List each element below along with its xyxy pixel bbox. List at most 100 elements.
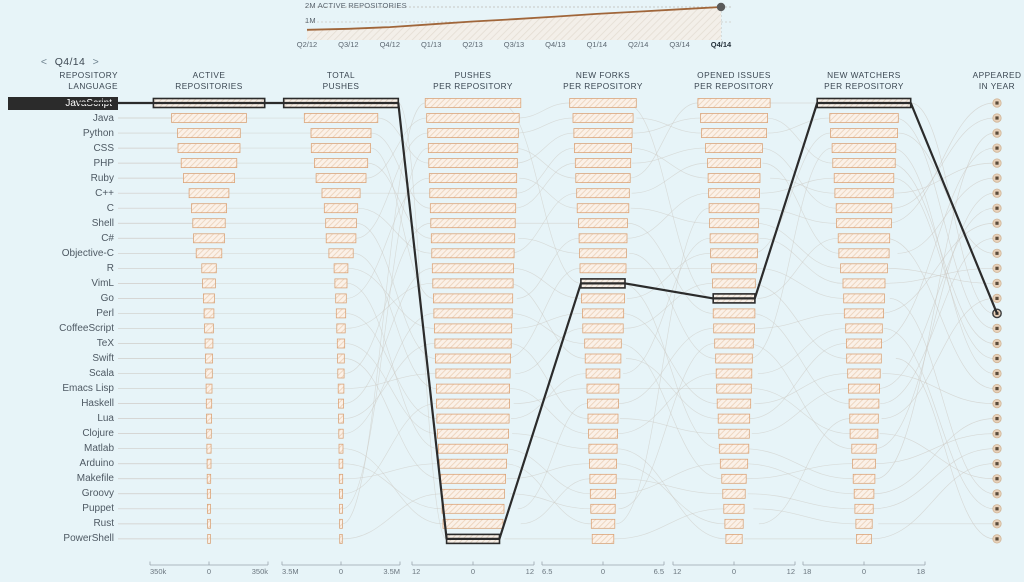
bar-total-pushes[interactable] bbox=[337, 383, 345, 394]
year-dot-css[interactable] bbox=[995, 371, 999, 376]
bar-active-repos[interactable] bbox=[206, 488, 211, 499]
bar-issues-per-repo[interactable] bbox=[709, 233, 759, 244]
bar-total-pushes[interactable] bbox=[339, 488, 343, 499]
bar-forks-per-repo[interactable] bbox=[576, 188, 630, 199]
bar-total-pushes[interactable] bbox=[338, 413, 344, 424]
bar-issues-per-repo[interactable] bbox=[716, 383, 752, 394]
bar-forks-per-repo[interactable] bbox=[590, 518, 616, 529]
bar-forks-per-repo[interactable] bbox=[574, 158, 632, 168]
bar-forks-per-repo[interactable] bbox=[587, 413, 619, 424]
bar-total-pushes[interactable] bbox=[310, 143, 371, 153]
bar-active-repos[interactable] bbox=[206, 458, 212, 469]
bar-active-repos[interactable] bbox=[203, 308, 215, 319]
appeared-year-dots[interactable] bbox=[992, 98, 1002, 544]
bar-active-repos[interactable] bbox=[205, 353, 213, 364]
bar-total-pushes[interactable] bbox=[338, 458, 344, 469]
bar-watchers-per-repo[interactable] bbox=[846, 353, 882, 364]
bar-pushes-per-repo[interactable] bbox=[436, 383, 510, 394]
year-dot-objective-c[interactable] bbox=[995, 176, 999, 180]
bar-total-pushes[interactable] bbox=[338, 398, 344, 409]
year-dot-powershell[interactable] bbox=[995, 462, 999, 466]
year-dot-python[interactable] bbox=[995, 251, 999, 255]
bar-watchers-per-repo[interactable] bbox=[830, 128, 898, 138]
bar-forks-per-repo[interactable] bbox=[578, 218, 628, 229]
bar-issues-per-repo[interactable] bbox=[714, 338, 754, 349]
bar-pushes-per-repo[interactable] bbox=[436, 398, 510, 409]
bar-issues-per-repo[interactable] bbox=[715, 353, 753, 364]
year-dot-java[interactable] bbox=[995, 326, 999, 330]
bar-pushes-per-repo[interactable] bbox=[431, 263, 514, 274]
year-dot-swift[interactable] bbox=[995, 537, 999, 541]
bar-total-pushes[interactable] bbox=[333, 263, 349, 274]
bar-watchers-per-repo[interactable] bbox=[833, 173, 895, 183]
bar-pushes-per-repo[interactable] bbox=[430, 233, 516, 244]
bar-issues-per-repo[interactable] bbox=[713, 323, 755, 334]
bar-total-pushes[interactable] bbox=[335, 293, 347, 304]
bar-issues-per-repo[interactable] bbox=[708, 188, 760, 199]
bar-pushes-per-repo[interactable] bbox=[442, 518, 504, 529]
year-dot-tex[interactable] bbox=[995, 146, 999, 150]
year-dot-rust[interactable] bbox=[995, 522, 999, 526]
bar-issues-per-repo[interactable] bbox=[722, 488, 746, 499]
bar-active-repos[interactable] bbox=[202, 278, 216, 289]
bar-active-repos[interactable] bbox=[171, 113, 247, 123]
bar-forks-per-repo[interactable] bbox=[588, 443, 618, 454]
year-dot-lua[interactable] bbox=[995, 296, 999, 300]
bar-active-repos[interactable] bbox=[207, 518, 211, 529]
bar-watchers-per-repo[interactable] bbox=[853, 488, 875, 499]
bar-forks-per-repo[interactable] bbox=[589, 488, 616, 499]
year-dot-go[interactable] bbox=[995, 492, 999, 496]
bar-active-repos[interactable] bbox=[191, 203, 227, 214]
bar-pushes-per-repo[interactable] bbox=[438, 443, 508, 454]
bar-watchers-per-repo[interactable] bbox=[832, 158, 896, 168]
bar-forks-per-repo[interactable] bbox=[579, 263, 627, 274]
year-dot-c[interactable] bbox=[995, 116, 999, 120]
bar-pushes-per-repo[interactable] bbox=[427, 143, 519, 153]
bar-pushes-per-repo[interactable] bbox=[436, 413, 510, 424]
bar-forks-per-repo[interactable] bbox=[588, 428, 618, 439]
bar-issues-per-repo[interactable] bbox=[707, 158, 761, 168]
bar-issues-per-repo[interactable] bbox=[718, 428, 750, 439]
bar-forks-per-repo[interactable] bbox=[574, 143, 632, 153]
bar-watchers-per-repo[interactable] bbox=[856, 534, 872, 544]
bar-watchers-per-repo[interactable] bbox=[849, 428, 879, 439]
bar-total-pushes[interactable] bbox=[321, 188, 361, 199]
year-dot-r[interactable] bbox=[995, 281, 999, 285]
bar-issues-per-repo[interactable] bbox=[721, 473, 747, 484]
bar-active-repos[interactable] bbox=[207, 534, 211, 544]
year-dot-c-[interactable] bbox=[995, 387, 999, 391]
bar-watchers-per-repo[interactable] bbox=[852, 473, 876, 484]
bar-pushes-per-repo[interactable] bbox=[435, 368, 511, 379]
year-dot-clojure[interactable] bbox=[995, 477, 999, 481]
bar-forks-per-repo[interactable] bbox=[585, 368, 621, 379]
bar-issues-per-repo[interactable] bbox=[716, 398, 752, 409]
bar-issues-per-repo[interactable] bbox=[712, 278, 756, 289]
bar-watchers-per-repo[interactable] bbox=[849, 413, 879, 424]
bar-pushes-per-repo[interactable] bbox=[440, 473, 506, 484]
bar-total-pushes[interactable] bbox=[325, 233, 357, 244]
year-dot-groovy[interactable] bbox=[995, 417, 999, 421]
bar-issues-per-repo[interactable] bbox=[707, 173, 761, 183]
year-dot-emacs-lisp[interactable] bbox=[995, 206, 999, 210]
bar-active-repos[interactable] bbox=[205, 383, 213, 394]
bar-active-repos[interactable] bbox=[207, 503, 211, 514]
bar-active-repos[interactable] bbox=[192, 218, 226, 229]
bar-watchers-per-repo[interactable] bbox=[843, 293, 885, 304]
bar-pushes-per-repo[interactable] bbox=[427, 128, 519, 138]
bar-forks-per-repo[interactable] bbox=[576, 203, 630, 214]
bar-total-pushes[interactable] bbox=[303, 113, 379, 123]
bar-forks-per-repo[interactable] bbox=[589, 458, 617, 469]
bar-issues-per-repo[interactable] bbox=[724, 518, 744, 529]
bar-watchers-per-repo[interactable] bbox=[840, 263, 888, 274]
bar-forks-per-repo[interactable] bbox=[587, 398, 619, 409]
bar-total-pushes[interactable] bbox=[338, 428, 344, 439]
bar-active-repos[interactable] bbox=[204, 338, 214, 349]
bar-active-repos[interactable] bbox=[177, 143, 241, 153]
bar-issues-per-repo[interactable] bbox=[712, 308, 756, 319]
bar-forks-per-repo[interactable] bbox=[584, 338, 622, 349]
bar-watchers-per-repo[interactable] bbox=[852, 458, 876, 469]
bar-forks-per-repo[interactable] bbox=[569, 98, 637, 108]
bar-pushes-per-repo[interactable] bbox=[428, 158, 518, 168]
bar-forks-per-repo[interactable] bbox=[589, 473, 617, 484]
bar-total-pushes[interactable] bbox=[325, 218, 357, 229]
